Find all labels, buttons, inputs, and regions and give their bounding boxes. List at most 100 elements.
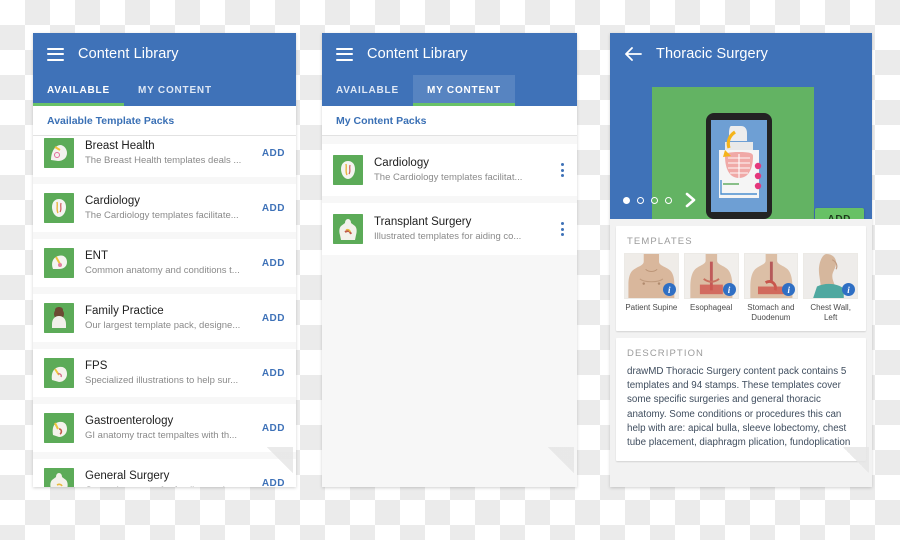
tab-my-content-label: MY CONTENT: [137, 85, 212, 96]
template-thumbnail[interactable]: i: [624, 253, 679, 299]
list-item[interactable]: Cardiology The Cardiology templates faci…: [33, 184, 296, 232]
tab-available-label: AVAILABLE: [336, 85, 399, 96]
pack-subtitle: Common anatomy and conditions t...: [85, 264, 240, 276]
list-item[interactable]: General Surgery General anatomy for fami…: [33, 459, 296, 487]
pack-list-scroll[interactable]: Breast Health The Breast Health template…: [33, 136, 296, 487]
app-bar: Content Library: [33, 33, 296, 75]
list-item[interactable]: Cardiology The Cardiology templates faci…: [322, 144, 577, 196]
list-item[interactable]: Transplant Surgery Illustrated templates…: [322, 203, 577, 255]
section-header: My Content Packs: [322, 106, 577, 136]
pack-subtitle: General anatomy for family practic...: [85, 484, 243, 488]
description-text: drawMD Thoracic Surgery content pack con…: [627, 366, 851, 449]
hamburger-icon[interactable]: [47, 47, 64, 61]
template-item[interactable]: i Patient Supine: [624, 253, 679, 323]
tab-my-content[interactable]: MY CONTENT: [412, 75, 515, 106]
info-icon[interactable]: i: [662, 283, 676, 296]
head-icon: [44, 248, 74, 278]
template-thumbnail[interactable]: i: [743, 253, 799, 299]
list-item[interactable]: Breast Health The Breast Health template…: [33, 136, 296, 177]
tab-available-label: AVAILABLE: [47, 85, 110, 96]
carousel-dot-4[interactable]: [665, 196, 672, 204]
info-icon[interactable]: i: [722, 283, 736, 296]
tab-my-content[interactable]: MY CONTENT: [124, 75, 226, 106]
tab-bar: AVAILABLE MY CONTENT: [322, 75, 577, 106]
pack-subtitle: Illustrated templates for aiding co...: [374, 230, 522, 242]
add-button[interactable]: ADD: [254, 313, 285, 324]
back-arrow-icon[interactable]: [624, 46, 642, 62]
pack-subtitle: The Breast Health templates deals ...: [85, 154, 242, 166]
carousel-dot-1[interactable]: [623, 196, 630, 204]
list-item[interactable]: ENT Common anatomy and conditions t... A…: [33, 239, 296, 287]
tab-my-content-label: MY CONTENT: [426, 85, 501, 96]
pack-title: Transplant Surgery: [374, 215, 472, 228]
list-item-text: General Surgery General anatomy for fami…: [85, 469, 243, 488]
pack-list-scroll[interactable]: Cardiology The Cardiology templates faci…: [322, 136, 577, 487]
overflow-menu-icon[interactable]: [552, 163, 566, 177]
pack-subtitle: Our largest template pack, designe...: [85, 319, 241, 331]
add-pack-button[interactable]: ADD: [814, 208, 864, 219]
carousel-dot-3[interactable]: [651, 196, 658, 204]
template-thumbnail[interactable]: i: [683, 253, 739, 299]
add-button[interactable]: ADD: [254, 423, 285, 434]
template-thumbnail[interactable]: i: [803, 253, 858, 299]
tab-filler: [226, 75, 296, 106]
pack-title: Cardiology: [374, 156, 429, 169]
pack-title: ENT: [85, 249, 108, 262]
list-item[interactable]: FPS Specialized illustrations to help su…: [33, 349, 296, 397]
list-item-text: Gastroenterology GI anatomy tract tempal…: [85, 414, 243, 443]
template-item[interactable]: i Esophageal: [683, 253, 739, 323]
pack-title: Family Practice: [85, 304, 164, 317]
list-item-text: ENT Common anatomy and conditions t...: [85, 249, 243, 278]
tab-available[interactable]: AVAILABLE: [33, 75, 124, 106]
tab-available[interactable]: AVAILABLE: [322, 75, 413, 106]
tab-filler: [515, 75, 577, 106]
breast-health-icon: [44, 138, 74, 168]
section-header: Available Template Packs: [33, 106, 296, 136]
pack-subtitle: GI anatomy tract tempaltes with th...: [85, 429, 238, 441]
device-screen-illustration: [711, 120, 767, 212]
add-button[interactable]: ADD: [254, 368, 285, 379]
content-library-my-content-screen: Content Library AVAILABLE MY CONTENT My …: [322, 33, 577, 487]
chevron-right-icon[interactable]: [684, 192, 696, 208]
add-button[interactable]: ADD: [254, 478, 285, 488]
templates-section-label: TEMPLATES: [627, 236, 693, 247]
list-item[interactable]: Gastroenterology GI anatomy tract tempal…: [33, 404, 296, 452]
list-item-text: Cardiology The Cardiology templates faci…: [374, 156, 541, 185]
pack-subtitle: The Cardiology templates facilitat...: [374, 171, 523, 183]
pack-title: Cardiology: [85, 194, 140, 207]
list-item-text: Family Practice Our largest template pac…: [85, 304, 243, 333]
pack-subtitle: The Cardiology templates facilitate...: [85, 209, 239, 221]
torso-icon: [333, 214, 363, 244]
pack-title: Gastroenterology: [85, 414, 174, 427]
tab-bar: AVAILABLE MY CONTENT: [33, 75, 296, 106]
content-library-available-screen: Content Library AVAILABLE MY CONTENT Ava…: [33, 33, 296, 487]
pack-title: General Surgery: [85, 469, 170, 482]
add-button[interactable]: ADD: [254, 148, 285, 159]
templates-card: TEMPLATES i Patient Supine i Esophageal …: [616, 226, 866, 331]
list-item-text: Transplant Surgery Illustrated templates…: [374, 215, 541, 244]
app-bar: Thoracic Surgery: [610, 33, 872, 75]
list-item-text: FPS Specialized illustrations to help su…: [85, 359, 243, 388]
info-icon[interactable]: i: [842, 283, 855, 296]
list-item-text: Breast Health The Breast Health template…: [85, 139, 243, 168]
person-icon: [44, 303, 74, 333]
template-item[interactable]: i Chest Wall, Left: [803, 253, 858, 323]
list-item-text: Cardiology The Cardiology templates faci…: [85, 194, 243, 223]
template-name: Chest Wall, Left: [810, 303, 851, 322]
pack-detail-screen: Thoracic Surgery TEMPLATES i Patient Sup…: [610, 33, 872, 487]
heart-icon: [333, 155, 363, 185]
list-item[interactable]: Family Practice Our largest template pac…: [33, 294, 296, 342]
overflow-menu-icon[interactable]: [552, 222, 566, 236]
hamburger-icon[interactable]: [336, 47, 353, 61]
pack-title: Breast Health: [85, 139, 155, 152]
templates-row: i Patient Supine i Esophageal i Stomach …: [616, 253, 866, 331]
template-item[interactable]: i Stomach and Duodenum: [743, 253, 799, 323]
app-bar: Content Library: [322, 33, 577, 75]
pack-hero-carousel[interactable]: ADD: [610, 75, 872, 219]
carousel-dots[interactable]: [623, 192, 696, 208]
add-button[interactable]: ADD: [254, 203, 285, 214]
add-button[interactable]: ADD: [254, 258, 285, 269]
carousel-dot-2[interactable]: [637, 196, 644, 204]
detail-scroll-body[interactable]: TEMPLATES i Patient Supine i Esophageal …: [610, 219, 872, 487]
page-title: Content Library: [78, 46, 179, 62]
